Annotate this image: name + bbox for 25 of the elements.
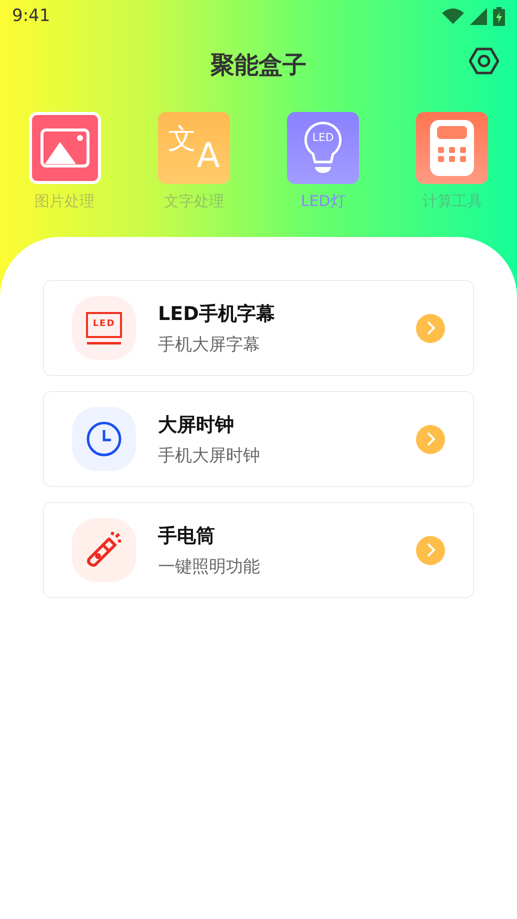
feature-title: LED手机字幕 [158, 302, 276, 326]
signal-icon [470, 8, 487, 24]
calculator-icon [430, 120, 474, 176]
feature-subtitle: 手机大屏时钟 [158, 444, 261, 466]
feature-title: 大屏时钟 [158, 412, 235, 438]
chevron-icon [426, 321, 436, 335]
status-time: 9:41 [12, 6, 50, 26]
flashlight-icon [85, 531, 123, 569]
feature-card[interactable]: LED LED手机字幕 手机大屏字幕 [43, 280, 474, 376]
chevron-icon [426, 432, 436, 446]
wifi-icon [442, 8, 464, 24]
settings-icon[interactable] [469, 46, 499, 76]
feature-subtitle: 手机大屏字幕 [158, 334, 261, 356]
clock-icon [86, 421, 122, 457]
image-icon [40, 128, 90, 168]
feature-subtitle: 一键照明功能 [158, 556, 261, 578]
feature-card[interactable]: 手电筒 一键照明功能 [43, 502, 474, 598]
battery-icon [493, 6, 505, 26]
chevron-icon [426, 543, 436, 557]
open-button[interactable] [416, 314, 445, 342]
open-button[interactable] [416, 424, 445, 454]
feature-card[interactable]: 大屏时钟 手机大屏时钟 [43, 391, 474, 487]
open-button[interactable] [416, 536, 445, 564]
feature-title: 手电筒 [158, 524, 216, 548]
app-title: 聚能盒子 [210, 50, 306, 81]
